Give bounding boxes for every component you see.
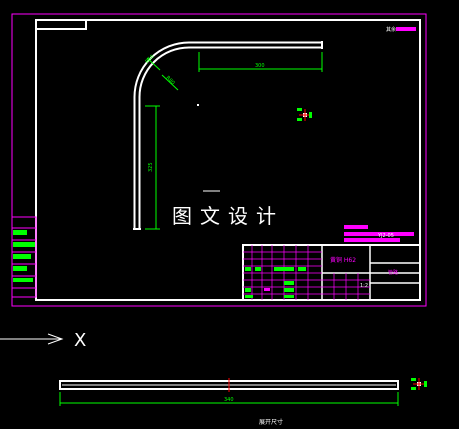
dimension-vertical: 325: [145, 105, 160, 230]
corner-note: 其余: [386, 26, 396, 33]
sheet-border: [11, 13, 427, 307]
title-scale: 1:2: [360, 283, 368, 289]
dimension-straight-top: 300: [198, 52, 323, 72]
dimension-bend: R50 R80: [144, 54, 179, 91]
flat-tube: [59, 378, 399, 392]
watermark-text: 图文设计: [172, 204, 284, 228]
title-block: 黄铜 H62 管路 1:2: [242, 244, 421, 301]
side-strip: [11, 216, 37, 298]
dim-text-straight-top: 300: [255, 63, 265, 69]
roughness-symbol: 其余: [386, 26, 416, 33]
axis-indicator: X: [0, 330, 86, 351]
title-part-name: 管路: [388, 269, 398, 276]
title-material: 黄铜 H62: [330, 256, 356, 264]
view-label: 展开尺寸: [259, 418, 283, 426]
drawing-frame: [35, 19, 421, 301]
frame-tab: [36, 20, 87, 30]
point-mark: [197, 104, 199, 106]
section-marker: [297, 108, 312, 121]
dim-text-vertical: 325: [148, 162, 154, 172]
dimension-flat-length: 340: [59, 392, 399, 406]
material-label: YJ2-05: [344, 225, 414, 242]
axis-label: X: [74, 330, 86, 351]
dim-text-flat-length: 340: [224, 397, 234, 403]
drawing-number: YJ2-05: [377, 233, 394, 239]
dim-text-bend-b: R80: [164, 75, 175, 86]
cad-drawing-canvas: 300 325 R50 R80 其余 图文设计 YJ2-05 黄铜 H62 管路…: [0, 13, 427, 426]
section-marker-flat: [411, 378, 427, 390]
